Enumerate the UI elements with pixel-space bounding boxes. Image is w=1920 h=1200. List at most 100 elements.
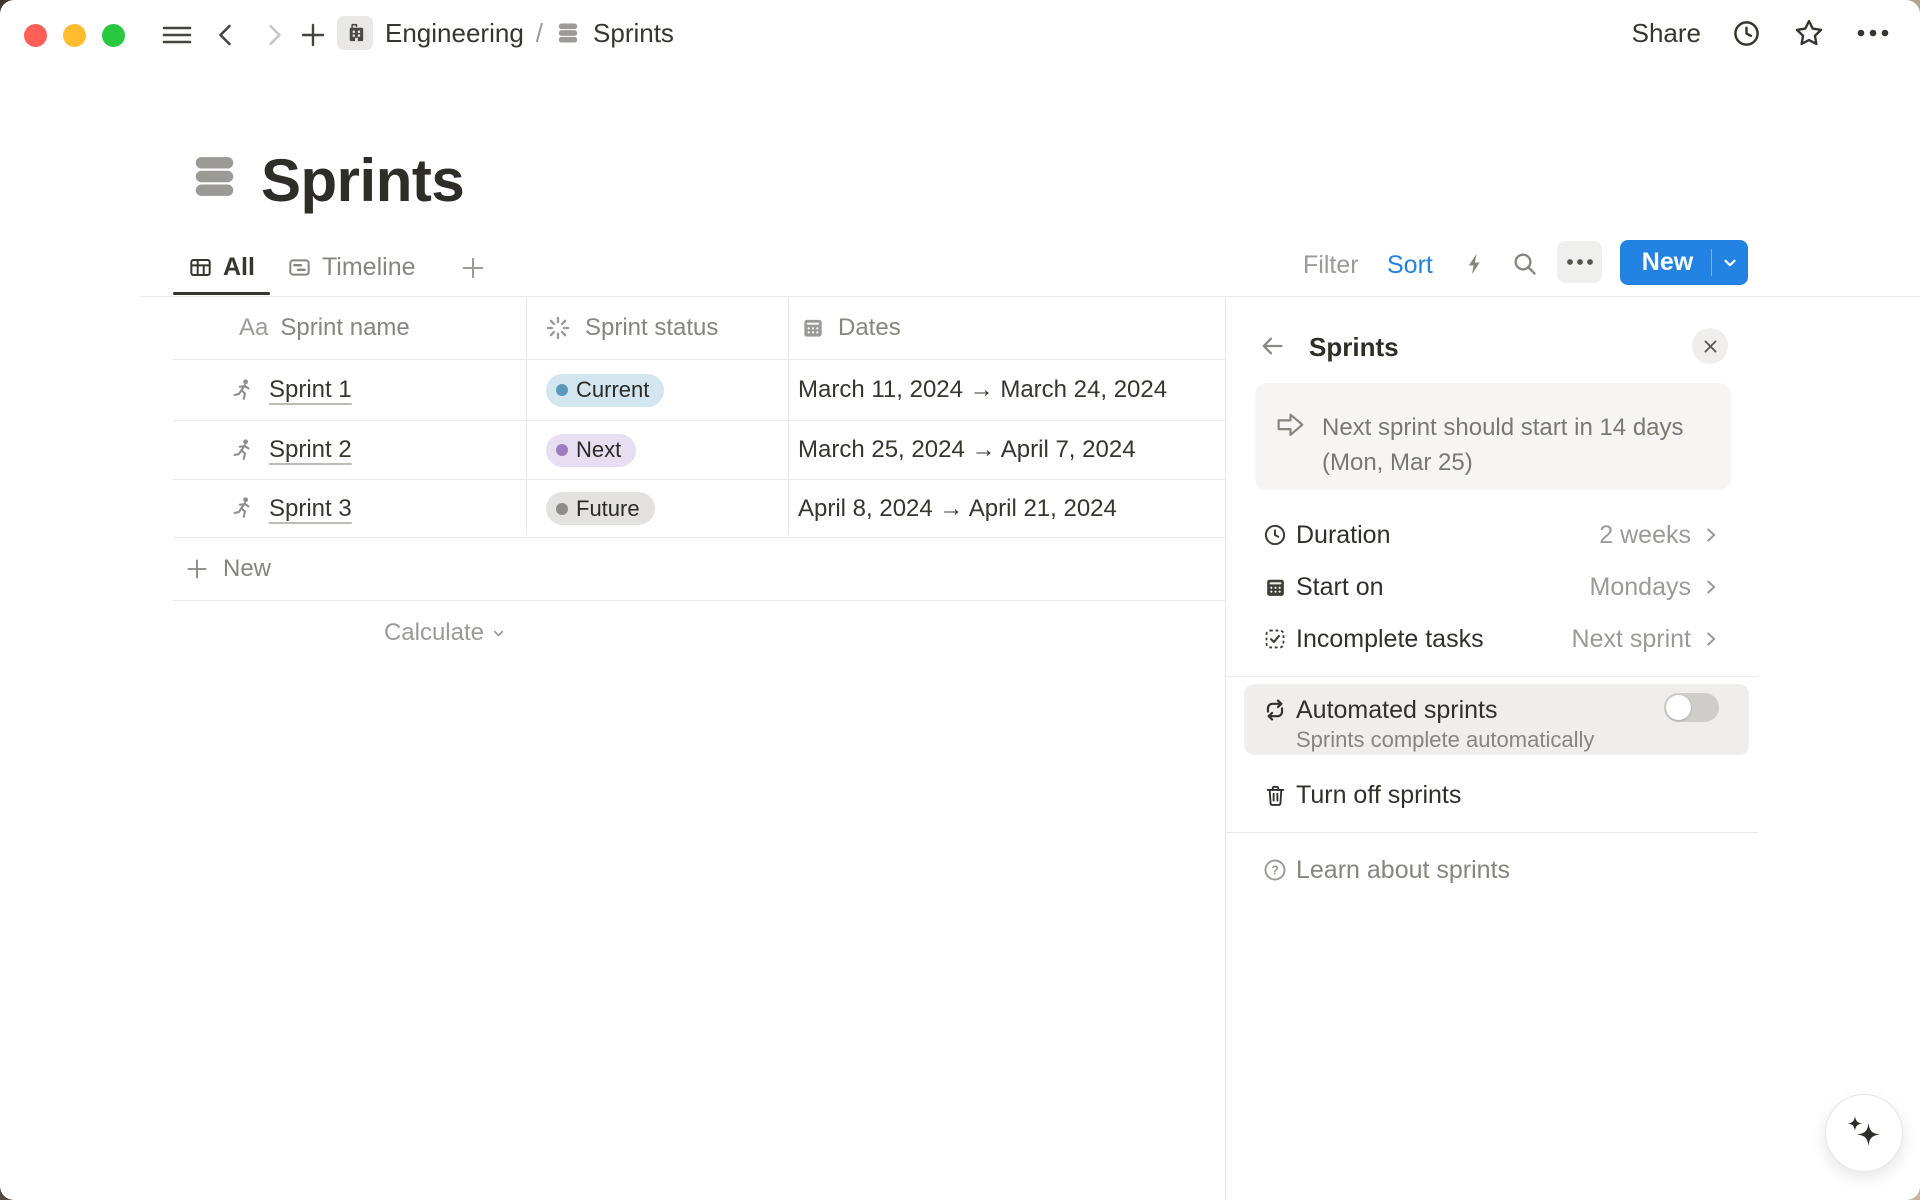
automations-button[interactable] bbox=[1461, 250, 1489, 278]
search-button[interactable] bbox=[1511, 250, 1539, 278]
dates-cell[interactable]: April 8, 2024 → April 21, 2024 bbox=[788, 480, 1225, 537]
tab-timeline[interactable]: Timeline bbox=[269, 240, 430, 295]
page-database-icon[interactable] bbox=[188, 150, 241, 203]
ai-assistant-button[interactable] bbox=[1825, 1094, 1903, 1172]
panel-divider bbox=[1226, 676, 1758, 677]
sprint-name-link[interactable]: Sprint 2 bbox=[269, 436, 352, 464]
column-divider[interactable] bbox=[526, 297, 527, 535]
sprint-name-cell[interactable]: Sprint 3 bbox=[173, 480, 526, 537]
share-button[interactable]: Share bbox=[1632, 18, 1701, 49]
learn-about-sprints-label: Learn about sprints bbox=[1296, 856, 1510, 885]
chevron-right-icon bbox=[1698, 574, 1724, 600]
active-tab-underline bbox=[173, 292, 270, 295]
lightning-bolt-icon bbox=[1462, 250, 1488, 278]
new-record-label: New bbox=[1620, 248, 1711, 277]
setting-value: Next sprint bbox=[1466, 625, 1691, 654]
dates-cell[interactable]: March 11, 2024 → March 24, 2024 bbox=[788, 360, 1225, 420]
nav-forward-button[interactable] bbox=[257, 18, 291, 52]
topbar-actions: Share bbox=[1632, 0, 1890, 66]
sprint-name-link[interactable]: Sprint 1 bbox=[269, 376, 352, 404]
sprint-name-cell[interactable]: Sprint 1 bbox=[173, 360, 526, 420]
panel-close-button[interactable] bbox=[1692, 328, 1728, 364]
status-pill[interactable]: Next bbox=[546, 434, 636, 467]
dashed-checkbox-icon bbox=[1262, 626, 1288, 652]
fullscreen-window-button[interactable] bbox=[102, 24, 125, 47]
runner-icon bbox=[230, 437, 255, 464]
traffic-lights bbox=[24, 24, 125, 47]
automated-sprints-label: Automated sprints bbox=[1296, 696, 1498, 725]
arrow-left-icon bbox=[1258, 332, 1286, 360]
notice-line-1: Next sprint should start in 14 days bbox=[1322, 410, 1712, 445]
filter-button[interactable]: Filter bbox=[1303, 251, 1359, 280]
column-label: Sprint status bbox=[585, 314, 718, 342]
table-row: Sprint 2 Next March 25, 2024 → April 7, … bbox=[173, 421, 1225, 480]
sidebar-toggle-button[interactable] bbox=[160, 18, 194, 52]
minimize-window-button[interactable] bbox=[63, 24, 86, 47]
new-record-button[interactable]: New bbox=[1620, 240, 1748, 285]
text-property-icon: Aa bbox=[239, 314, 268, 342]
automated-sprints-description: Sprints complete automatically bbox=[1296, 727, 1594, 753]
chevron-right-icon bbox=[261, 22, 287, 48]
sprint-name-link[interactable]: Sprint 3 bbox=[269, 495, 352, 523]
calendar-icon bbox=[800, 315, 826, 341]
dates-cell[interactable]: March 25, 2024 → April 7, 2024 bbox=[788, 421, 1225, 479]
tab-timeline-label: Timeline bbox=[322, 253, 416, 282]
status-property-icon bbox=[544, 314, 572, 342]
sprint-name-cell[interactable]: Sprint 2 bbox=[173, 421, 526, 479]
question-circle-icon: ? bbox=[1262, 857, 1288, 883]
new-row-button[interactable]: New bbox=[173, 538, 1225, 601]
runner-icon bbox=[230, 495, 255, 522]
sprint-status-cell[interactable]: Current bbox=[526, 360, 788, 420]
date-range: March 11, 2024 → March 24, 2024 bbox=[798, 376, 1167, 404]
tab-all-label: All bbox=[223, 253, 255, 282]
date-range: March 25, 2024 → April 7, 2024 bbox=[798, 436, 1136, 464]
new-record-dropdown[interactable] bbox=[1712, 254, 1748, 272]
column-header-dates[interactable]: Dates bbox=[788, 297, 1225, 359]
favorite-star-icon[interactable] bbox=[1792, 16, 1826, 50]
new-page-button[interactable] bbox=[296, 18, 330, 52]
new-row-label: New bbox=[223, 555, 271, 583]
view-tabs: All Timeline bbox=[173, 240, 486, 295]
status-dot-icon bbox=[556, 444, 568, 456]
sprint-status-cell[interactable]: Next bbox=[526, 421, 788, 479]
svg-text:?: ? bbox=[1271, 864, 1279, 878]
status-pill[interactable]: Future bbox=[546, 492, 655, 525]
calendar-icon bbox=[1262, 574, 1288, 600]
automated-sprints-toggle[interactable] bbox=[1664, 693, 1719, 722]
plus-icon bbox=[299, 21, 327, 49]
status-pill[interactable]: Current bbox=[546, 374, 664, 407]
view-options-button[interactable] bbox=[1557, 241, 1602, 283]
close-window-button[interactable] bbox=[24, 24, 47, 47]
column-divider[interactable] bbox=[788, 297, 789, 535]
add-view-button[interactable] bbox=[430, 255, 486, 281]
sort-button[interactable]: Sort bbox=[1387, 251, 1433, 280]
toggle-knob bbox=[1666, 695, 1691, 720]
table-header-row: Aa Sprint name Sprint status bbox=[173, 297, 1225, 360]
more-options-icon[interactable] bbox=[1856, 28, 1890, 38]
history-clock-icon[interactable] bbox=[1731, 18, 1762, 49]
breadcrumb-page-label[interactable]: Sprints bbox=[593, 18, 674, 49]
breadcrumb-workspace-chip[interactable] bbox=[337, 16, 373, 50]
column-header-sprint-status[interactable]: Sprint status bbox=[526, 297, 788, 359]
timeline-view-icon bbox=[287, 255, 312, 280]
sparkles-icon bbox=[1841, 1110, 1887, 1156]
sprint-status-cell[interactable]: Future bbox=[526, 480, 788, 537]
table-row: Sprint 3 Future April 8, 2024 → April 21… bbox=[173, 480, 1225, 538]
page-title[interactable]: Sprints bbox=[261, 146, 464, 215]
close-icon bbox=[1702, 338, 1719, 355]
arrow-right-outline-icon bbox=[1274, 410, 1307, 439]
calculate-button[interactable]: Calculate bbox=[173, 604, 526, 662]
tab-all[interactable]: All bbox=[173, 240, 269, 295]
breadcrumb: Engineering / Sprints bbox=[337, 0, 674, 66]
sprints-settings-panel: Sprints Next sprint should start in 14 d… bbox=[1225, 297, 1920, 1200]
sprint-notice-text: Next sprint should start in 14 days (Mon… bbox=[1322, 410, 1712, 480]
setting-label: Start on bbox=[1296, 573, 1384, 602]
breadcrumb-workspace-label[interactable]: Engineering bbox=[385, 18, 524, 49]
chevron-down-icon bbox=[1721, 254, 1739, 272]
chevron-right-icon bbox=[1698, 626, 1724, 652]
nav-back-button[interactable] bbox=[209, 18, 243, 52]
chevron-right-icon bbox=[1698, 522, 1724, 548]
column-header-sprint-name[interactable]: Aa Sprint name bbox=[173, 297, 526, 359]
panel-back-button[interactable] bbox=[1257, 331, 1287, 361]
breadcrumb-separator: / bbox=[536, 18, 543, 49]
